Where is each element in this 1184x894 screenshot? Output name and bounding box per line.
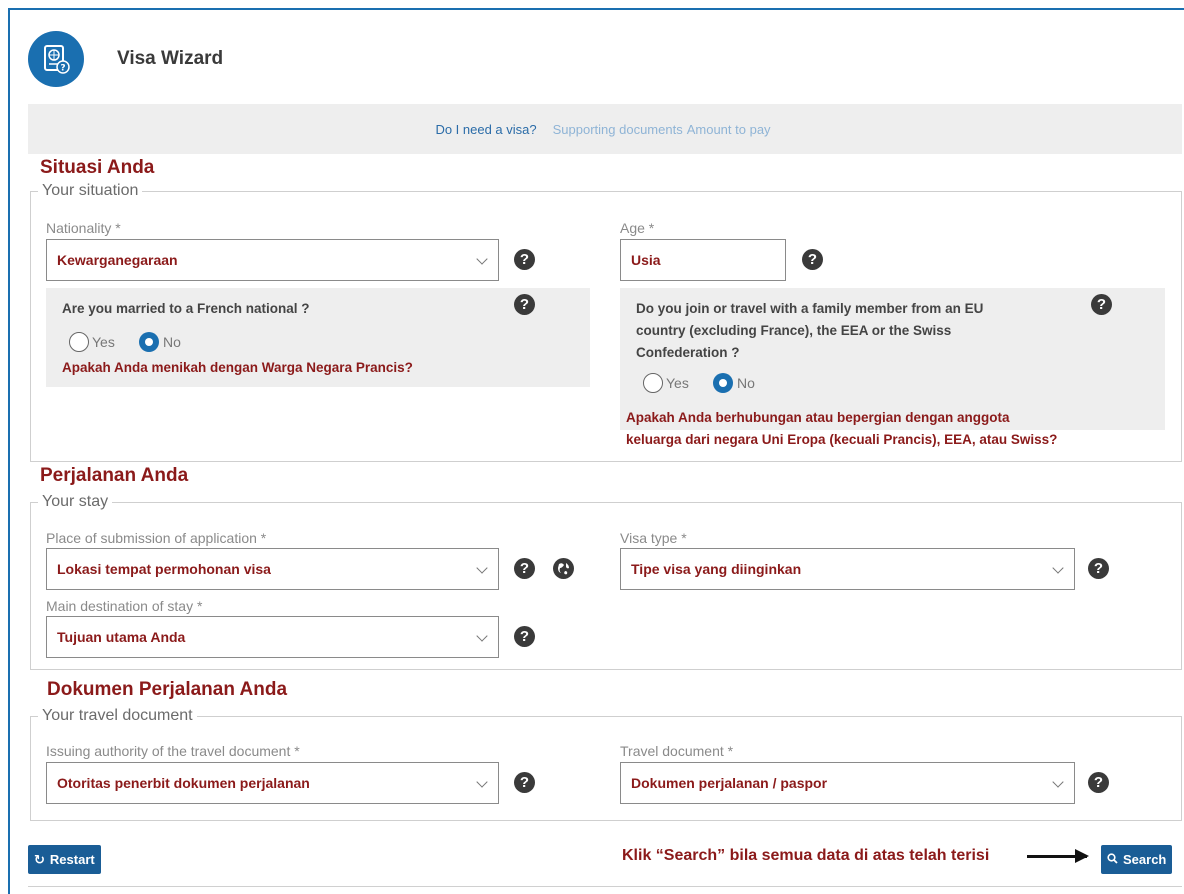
chevron-down-icon xyxy=(1052,776,1064,788)
document-help-icon[interactable]: ? xyxy=(1088,772,1109,793)
bottom-divider xyxy=(28,886,1182,887)
family-no-label: No xyxy=(737,375,755,391)
family-yes-radio[interactable] xyxy=(643,373,663,393)
married-no-label: No xyxy=(163,334,181,350)
chevron-down-icon xyxy=(1052,562,1064,574)
destination-select[interactable]: Tujuan utama Anda xyxy=(46,616,499,658)
family-annotation-line-1: Apakah Anda berhubungan atau bepergian d… xyxy=(626,410,1010,425)
situation-legend: Your situation xyxy=(38,182,143,200)
step-amount-to-pay[interactable]: Amount to pay xyxy=(687,122,771,137)
authority-value: Otoritas penerbit dokumen perjalanan xyxy=(57,775,310,791)
authority-help-icon[interactable]: ? xyxy=(514,772,535,793)
authority-select[interactable]: Otoritas penerbit dokumen perjalanan xyxy=(46,762,499,804)
search-label: Search xyxy=(1123,852,1167,867)
family-question-line-1: Do you join or travel with a family memb… xyxy=(636,301,984,316)
place-value: Lokasi tempat permohonan visa xyxy=(57,561,271,577)
search-icon xyxy=(1107,852,1118,867)
document-annotation: Dokumen Perjalanan Anda xyxy=(47,679,288,700)
step-supporting-documents[interactable]: Supporting documents xyxy=(553,122,683,137)
search-button[interactable]: Search xyxy=(1101,845,1173,874)
family-help-icon[interactable]: ? xyxy=(1091,294,1112,315)
married-yes-label: Yes xyxy=(92,334,115,350)
passport-icon: ? xyxy=(28,31,84,87)
stay-legend: Your stay xyxy=(38,493,113,511)
visa-type-label: Visa type * xyxy=(620,530,687,546)
visa-type-help-icon[interactable]: ? xyxy=(1088,558,1109,579)
place-label: Place of submission of application * xyxy=(46,530,267,546)
search-hint-annotation: Klik “Search” bila semua data di atas te… xyxy=(622,847,990,864)
chevron-down-icon xyxy=(476,562,488,574)
app-title: Visa Wizard xyxy=(117,48,224,69)
chevron-down-icon xyxy=(476,253,488,265)
place-select[interactable]: Lokasi tempat permohonan visa xyxy=(46,548,499,590)
family-no-radio[interactable] xyxy=(713,373,733,393)
age-value: Usia xyxy=(631,252,661,268)
stay-annotation: Perjalanan Anda xyxy=(40,465,189,486)
married-help-icon[interactable]: ? xyxy=(514,294,535,315)
destination-label: Main destination of stay * xyxy=(46,598,203,614)
age-help-icon[interactable]: ? xyxy=(802,249,823,270)
globe-icon[interactable] xyxy=(553,558,574,579)
nationality-label: Nationality * xyxy=(46,220,121,236)
family-annotation-line-2: keluarga dari negara Uni Eropa (kecuali … xyxy=(626,432,1058,447)
family-question-line-3: Confederation ? xyxy=(636,345,740,360)
authority-label: Issuing authority of the travel document… xyxy=(46,743,300,759)
chevron-down-icon xyxy=(476,776,488,788)
wizard-steps-nav: Do I need a visa? Supporting documents A… xyxy=(28,104,1182,154)
married-question: Are you married to a French national ? xyxy=(62,301,310,316)
married-no-radio[interactable] xyxy=(139,332,159,352)
document-label: Travel document * xyxy=(620,743,734,759)
document-select[interactable]: Dokumen perjalanan / paspor xyxy=(620,762,1075,804)
situation-annotation: Situasi Anda xyxy=(40,157,155,178)
married-annotation: Apakah Anda menikah dengan Warga Negara … xyxy=(62,360,413,375)
arrow-right-icon xyxy=(1027,849,1089,863)
step-need-visa[interactable]: Do I need a visa? xyxy=(435,122,536,137)
family-yes-label: Yes xyxy=(666,375,689,391)
visa-type-value: Tipe visa yang diinginkan xyxy=(631,561,802,577)
age-label: Age * xyxy=(620,220,655,236)
document-value: Dokumen perjalanan / paspor xyxy=(631,775,828,791)
restart-button[interactable]: ↻ Restart xyxy=(28,845,101,874)
chevron-down-icon xyxy=(476,630,488,642)
destination-value: Tujuan utama Anda xyxy=(57,629,186,645)
age-input[interactable]: Usia xyxy=(620,239,786,281)
app-header: ? Visa Wizard xyxy=(28,29,223,89)
married-yes-radio[interactable] xyxy=(69,332,89,352)
refresh-icon: ↻ xyxy=(34,851,45,867)
travel-document-legend: Your travel document xyxy=(38,707,197,725)
svg-text:?: ? xyxy=(60,64,65,74)
nationality-help-icon[interactable]: ? xyxy=(514,249,535,270)
place-help-icon[interactable]: ? xyxy=(514,558,535,579)
destination-help-icon[interactable]: ? xyxy=(514,626,535,647)
family-question-line-2: country (excluding France), the EEA or t… xyxy=(636,323,952,338)
restart-label: Restart xyxy=(49,852,95,867)
visa-type-select[interactable]: Tipe visa yang diinginkan xyxy=(620,548,1075,590)
nationality-select[interactable]: Kewarganegaraan xyxy=(46,239,499,281)
nationality-value: Kewarganegaraan xyxy=(57,252,178,268)
